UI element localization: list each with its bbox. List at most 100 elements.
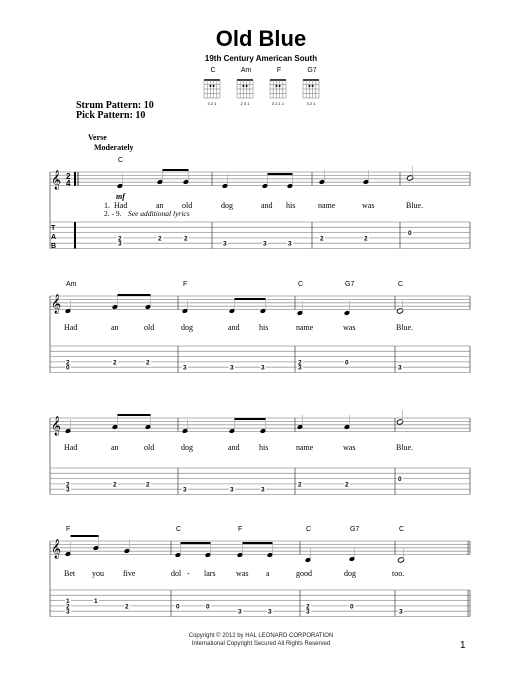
tab-fret-number: 3 [298, 365, 302, 372]
repeat-bar-thick [74, 172, 76, 186]
tab-fret-number: 3 [306, 609, 310, 616]
lyric-word: Blue. [406, 201, 423, 210]
lyric-word: good [296, 569, 312, 578]
tab-fret-number: 3 [268, 609, 272, 616]
lyric-word: old [144, 323, 154, 332]
lyric-word: name [296, 443, 314, 452]
lyric-word: Had [64, 443, 77, 452]
tab-fret-number: 0 [345, 359, 349, 366]
lyric-word: his [286, 201, 295, 210]
chord-symbol: Am [66, 281, 77, 288]
lyric-word: and [228, 443, 240, 452]
music-score: 𝄞 24TABmf1.2. - 9. See additional lyricsCH… [49, 157, 471, 617]
tab-fret-number: 0 [66, 365, 70, 372]
page-number: 1 [460, 640, 466, 651]
lyric-word: was [236, 569, 248, 578]
tab-fret-number: 3 [238, 609, 242, 616]
tab-fret-number: 3 [118, 241, 122, 248]
tab-fret-number: 2 [113, 359, 117, 366]
lyric-word: five [123, 569, 136, 578]
chord-symbol: F [66, 526, 70, 533]
tab-label-b: B [51, 243, 56, 250]
verse-number-2: 2. - 9. [104, 209, 122, 218]
tab-fret-number: 2 [146, 481, 150, 488]
tab-fret-number: 3 [261, 487, 265, 494]
lyric-word: and [261, 201, 273, 210]
tab-repeat-bar [74, 222, 76, 249]
copyright-line: Copyright © 2012 by HAL LEONARD CORPORAT… [188, 633, 334, 639]
lyric-word: old [182, 201, 192, 210]
treble-clef-icon: 𝄞 [51, 539, 61, 559]
chord-symbol: F [238, 526, 242, 533]
tab-fret-number: 3 [230, 487, 234, 494]
rights-line: International Copyright Secured All Righ… [191, 641, 331, 647]
chord-symbol: C [306, 526, 311, 533]
lyric-word: dog [181, 323, 193, 332]
tab-fret-number: 1 [94, 598, 98, 605]
treble-clef-icon: 𝄞 [51, 294, 61, 314]
lyric-word: a [266, 569, 270, 578]
chord-symbol: G7 [345, 281, 354, 288]
chord-symbol: C [298, 281, 303, 288]
lyric-word: - [187, 569, 190, 578]
tab-fret-number: 3 [183, 365, 187, 372]
lyric-word: too. [392, 569, 404, 578]
lyric-word: Had [114, 201, 127, 210]
tab-fret-number: 3 [399, 609, 403, 616]
tab-fret-number: 2 [158, 235, 162, 242]
lyric-word: Blue. [396, 323, 413, 332]
tab-fret-number: 2 [345, 481, 349, 488]
lyric-word: name [296, 323, 314, 332]
lyric-word: Blue. [396, 443, 413, 452]
tab-fret-number: 2 [320, 235, 324, 242]
tab-fret-number: 2 [146, 359, 150, 366]
chord-symbol: F [183, 281, 187, 288]
tab-fret-number: 3 [183, 487, 187, 494]
lyric-word: lars [204, 569, 216, 578]
dynamic-marking: mf [116, 192, 126, 201]
lyric-word: dol [171, 569, 182, 578]
lyric-word: an [111, 323, 119, 332]
tab-fret-number: 2 [113, 481, 117, 488]
chord-symbol: C [398, 281, 403, 288]
tab-label-t: T [51, 225, 56, 232]
tab-fret-number: 3 [261, 365, 265, 372]
lyric-word: Had [64, 323, 77, 332]
tab-fret-number: 0 [176, 603, 180, 610]
tab-fret-number: 2 [125, 603, 129, 610]
lyric-word: dog [344, 569, 356, 578]
lyric-word: an [156, 201, 164, 210]
tab-fret-number: 0 [408, 230, 412, 237]
lyric-word: and [228, 323, 240, 332]
treble-clef-icon: 𝄞 [51, 170, 61, 190]
chord-symbol: G7 [350, 526, 359, 533]
lyric-word: dog [221, 201, 233, 210]
tab-fret-number: 3 [223, 241, 227, 248]
time-signature-bottom: 4 [66, 179, 71, 188]
tab-fret-number: 0 [206, 603, 210, 610]
chord-symbol: C [118, 157, 123, 164]
treble-clef-icon: 𝄞 [51, 416, 61, 436]
lyric-word: was [362, 201, 374, 210]
lyric-word: his [259, 323, 268, 332]
chord-symbol: C [176, 526, 181, 533]
lyric-word: dog [181, 443, 193, 452]
system-4 [49, 535, 471, 617]
tab-fret-number: 2 [298, 481, 302, 488]
tab-fret-number: 3 [66, 487, 70, 494]
tab-fret-number: 2 [184, 235, 188, 242]
tab-fret-number: 3 [230, 365, 234, 372]
additional-lyrics-note: See additional lyrics [128, 209, 190, 218]
tab-fret-number: 0 [350, 603, 354, 610]
tab-fret-number: 3 [66, 609, 70, 616]
tab-fret-number: 2 [364, 235, 368, 242]
chord-symbol: C [399, 526, 404, 533]
lyric-word: old [144, 443, 154, 452]
lyric-word: an [111, 443, 119, 452]
tab-fret-number: 0 [398, 476, 402, 483]
lyric-word: was [343, 323, 355, 332]
lyric-word: his [259, 443, 268, 452]
tab-fret-number: 3 [263, 241, 267, 248]
tab-label-a: A [51, 234, 56, 241]
lyric-word: you [92, 569, 104, 578]
